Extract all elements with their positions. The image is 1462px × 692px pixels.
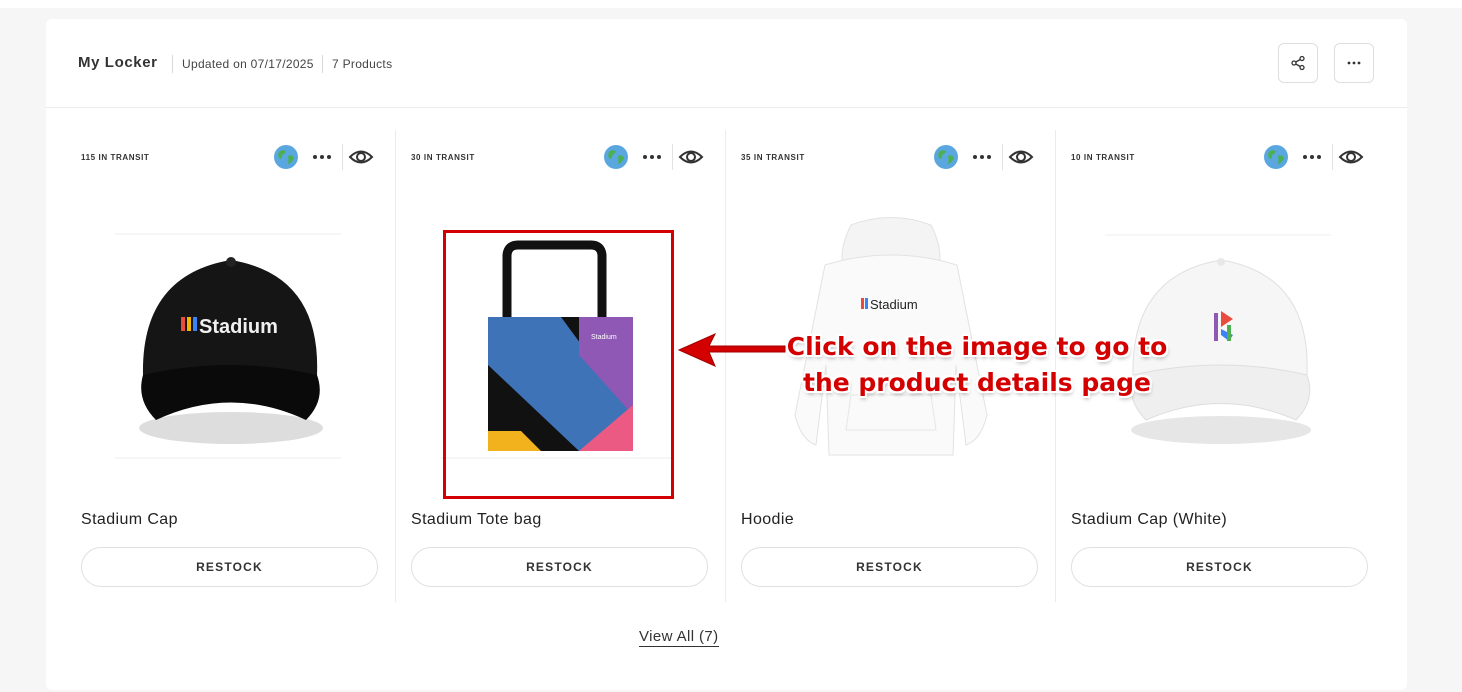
page-title: My Locker: [78, 54, 158, 71]
annotation-arrow-icon: [677, 332, 786, 367]
product-card: 115 IN TRANSIT Stadium Stadium Cap RESTO…: [46, 130, 378, 602]
share-button[interactable]: [1278, 43, 1318, 83]
product-name: Stadium Cap: [81, 511, 178, 528]
eye-icon[interactable]: [678, 146, 704, 168]
product-count: 7 Products: [322, 55, 392, 73]
annotation-line-2: the product details page: [803, 368, 1151, 397]
more-horizontal-icon: [313, 155, 331, 159]
updated-date: Updated on 07/17/2025: [172, 55, 314, 73]
more-horizontal-icon: [1303, 155, 1321, 159]
restock-button[interactable]: RESTOCK: [1071, 547, 1368, 587]
icon-separator: [1002, 144, 1003, 170]
product-name: Stadium Tote bag: [411, 511, 542, 528]
globe-icon: [604, 145, 628, 169]
more-horizontal-icon: [643, 155, 661, 159]
globe-icon: [274, 145, 298, 169]
globe-icon: [1264, 145, 1288, 169]
card-more-button[interactable]: [1300, 147, 1324, 167]
globe-icon: [934, 145, 958, 169]
transit-count: 10 IN TRANSIT: [1071, 153, 1135, 162]
view-all-link[interactable]: View All (7): [639, 628, 719, 647]
eye-icon[interactable]: [1338, 146, 1364, 168]
cap-logo-text: Stadium: [199, 316, 278, 338]
transit-count: 115 IN TRANSIT: [81, 153, 150, 162]
icon-separator: [1332, 144, 1333, 170]
icon-separator: [342, 144, 343, 170]
share-icon: [1291, 55, 1305, 71]
more-horizontal-icon: [1347, 61, 1361, 65]
eye-icon[interactable]: [1008, 146, 1034, 168]
product-image-cap-black[interactable]: Stadium: [81, 215, 345, 473]
card-more-button[interactable]: [970, 147, 994, 167]
annotation-callout: Click on the image to go to the product …: [782, 329, 1172, 401]
more-options-button[interactable]: [1334, 43, 1374, 83]
transit-count: 30 IN TRANSIT: [411, 153, 475, 162]
annotation-highlight-box: [443, 230, 674, 499]
card-more-button[interactable]: [640, 147, 664, 167]
eye-icon[interactable]: [348, 146, 374, 168]
panel-header: My Locker Updated on 07/17/2025 7 Produc…: [46, 19, 1407, 108]
annotation-line-1: Click on the image to go to: [786, 332, 1168, 361]
more-horizontal-icon: [973, 155, 991, 159]
transit-count: 35 IN TRANSIT: [741, 153, 805, 162]
restock-button[interactable]: RESTOCK: [81, 547, 378, 587]
top-strip: [0, 0, 1462, 8]
product-name: Stadium Cap (White): [1071, 511, 1228, 528]
hoodie-logo-text: Stadium: [870, 297, 918, 312]
restock-button[interactable]: RESTOCK: [741, 547, 1038, 587]
restock-button[interactable]: RESTOCK: [411, 547, 708, 587]
card-more-button[interactable]: [310, 147, 334, 167]
product-name: Hoodie: [741, 511, 795, 528]
icon-separator: [672, 144, 673, 170]
